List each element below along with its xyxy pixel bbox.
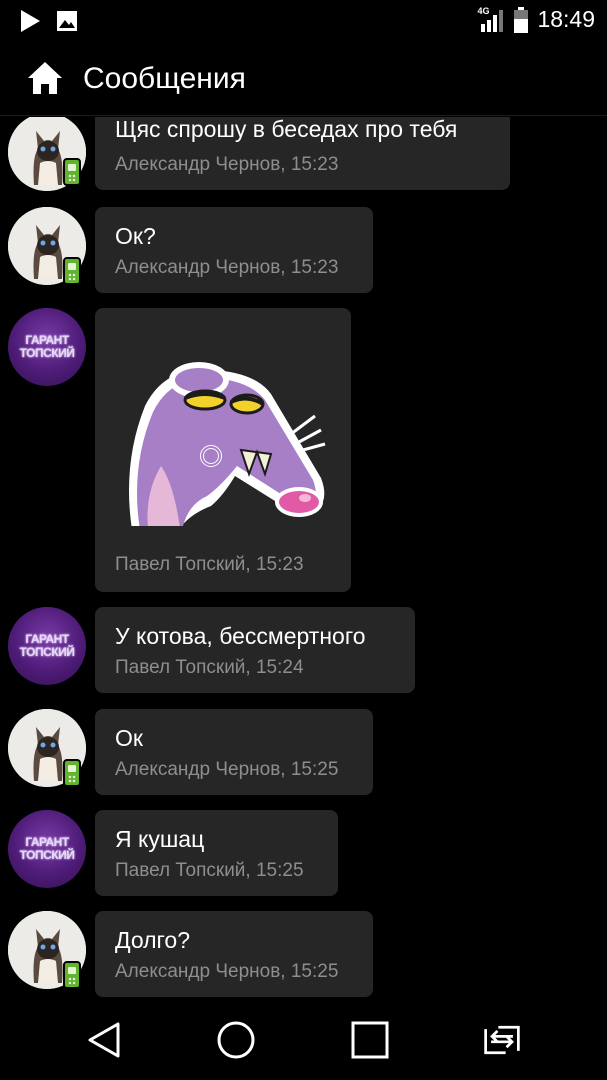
message-meta: Павел Топский, 15:23 (115, 554, 304, 575)
app-header: Сообщения (0, 44, 607, 116)
home-icon[interactable] (26, 60, 64, 96)
group-avatar-line1: ГАРАНТ (25, 333, 69, 347)
message-text: Ок (115, 725, 143, 751)
mobile-status-icon (63, 961, 81, 989)
group-avatar-line2: ТОПСКИЙ (19, 848, 75, 862)
play-icon (21, 10, 40, 32)
message-bubble[interactable]: Ок? Александр Чернов, 15:23 (95, 207, 373, 293)
message-text: У котова, бессмертного (115, 623, 366, 649)
message-meta: Александр Чернов, 15:25 (115, 759, 339, 780)
group-avatar-line1: ГАРАНТ (25, 632, 69, 646)
status-time: 18:49 (537, 6, 595, 32)
back-icon[interactable] (84, 1020, 124, 1060)
message-text: Я кушац (115, 826, 205, 852)
image-icon (57, 11, 77, 31)
signal-icon (481, 9, 504, 32)
rat-sticker[interactable] (115, 346, 329, 526)
group-avatar-line2: ТОПСКИЙ (19, 645, 75, 659)
home-circle-icon[interactable] (216, 1020, 256, 1060)
mobile-status-icon (63, 158, 81, 186)
switch-icon[interactable] (482, 1020, 522, 1060)
message-bubble[interactable]: Щяс спрошу в беседах про тебя Александр … (95, 117, 510, 190)
message-text: Долго? (115, 927, 191, 953)
status-bar: 4G 18:49 (0, 0, 607, 44)
avatar[interactable]: ГАРАНТ ТОПСКИЙ (8, 308, 86, 386)
page-title: Сообщения (83, 62, 246, 95)
message-meta: Александр Чернов, 15:23 (115, 257, 339, 278)
message-bubble[interactable]: Ок Александр Чернов, 15:25 (95, 709, 373, 795)
message-meta: Павел Топский, 15:25 (115, 860, 304, 881)
message-text: Щяс спрошу в беседах про тебя (115, 117, 458, 142)
message-meta: Александр Чернов, 15:23 (115, 154, 339, 175)
message-meta: Павел Топский, 15:24 (115, 657, 304, 678)
group-avatar-line1: ГАРАНТ (25, 835, 69, 849)
recents-icon[interactable] (350, 1020, 390, 1060)
battery-icon (514, 6, 529, 33)
avatar[interactable]: ГАРАНТ ТОПСКИЙ (8, 607, 86, 685)
mobile-status-icon (63, 759, 81, 787)
message-bubble[interactable]: Я кушац Павел Топский, 15:25 (95, 810, 338, 896)
message-bubble[interactable]: У котова, бессмертного Павел Топский, 15… (95, 607, 415, 693)
message-feed[interactable]: Щяс спрошу в беседах про тебя Александр … (0, 117, 607, 1000)
message-meta: Александр Чернов, 15:25 (115, 961, 339, 982)
mobile-status-icon (63, 257, 81, 285)
group-avatar-line2: ТОПСКИЙ (19, 346, 75, 360)
navigation-bar (0, 1000, 607, 1080)
message-bubble[interactable]: Павел Топский, 15:23 (95, 308, 351, 592)
avatar[interactable]: ГАРАНТ ТОПСКИЙ (8, 810, 86, 888)
message-text: Ок? (115, 223, 156, 249)
message-bubble[interactable]: Долго? Александр Чернов, 15:25 (95, 911, 373, 997)
